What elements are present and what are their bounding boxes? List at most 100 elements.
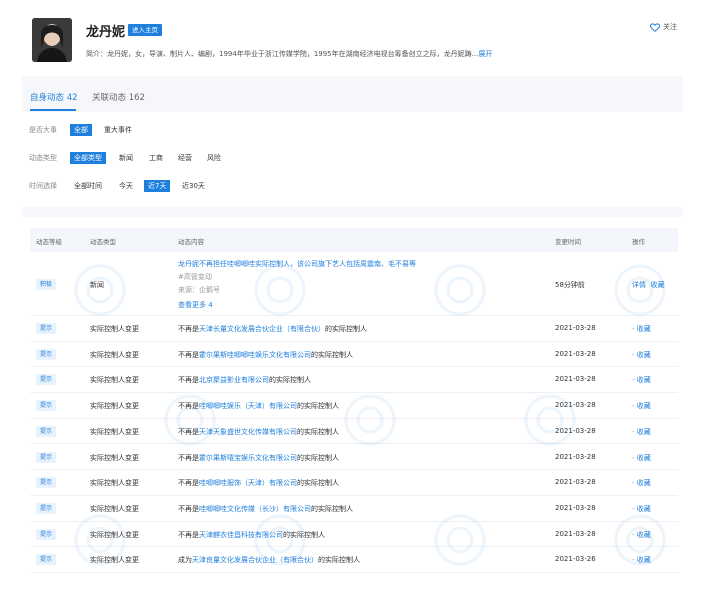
content-prefix: 不再是 [178, 530, 199, 539]
content-suffix: 的实际控制人 [283, 530, 325, 539]
header-time: 变更时间 [555, 238, 581, 246]
favorite-link[interactable]: 收藏 [637, 454, 651, 462]
filter-option-business[interactable]: 工商 [149, 152, 163, 164]
change-time: 2021-03-26 [555, 555, 596, 564]
company-link[interactable]: 霍尔果斯哇唧唧哇娱乐文化有限公司 [199, 351, 311, 359]
filter-option-operation[interactable]: 经营 [178, 152, 192, 164]
intro-prefix: 简介： [86, 50, 107, 58]
detail-link[interactable]: 详情 [632, 281, 646, 289]
change-time: 2021-03-28 [555, 401, 596, 410]
filter-option-last-7-days[interactable]: 近7天 [144, 180, 171, 192]
dynamic-content: 成为天津良量文化发展合伙企业（有限合伙）的实际控制人 [178, 555, 360, 565]
favorite-link[interactable]: 收藏 [637, 325, 651, 333]
filter-option-all[interactable]: 全部 [70, 124, 92, 136]
change-time: 58分钟前 [555, 281, 585, 289]
dynamic-content: 不再是天津麒衣佳昌科技有限公司的实际控制人 [178, 530, 325, 540]
company-link[interactable]: 哇唧唧哇服饰（天津）有限公司 [199, 479, 297, 487]
no-detail-dash: - [632, 427, 635, 436]
filter-option-all-types[interactable]: 全部类型 [70, 152, 106, 164]
content-suffix: 的实际控制人 [297, 453, 339, 462]
change-time: 2021-03-28 [555, 452, 596, 461]
no-detail-dash: - [632, 325, 635, 333]
filter-option-major-event[interactable]: 重大事件 [104, 124, 132, 136]
favorite-link[interactable]: 收藏 [637, 479, 651, 487]
company-link[interactable]: 天津长量文化发展合伙企业（有限合伙） [199, 325, 325, 333]
news-source: 来源：企鹅号 [178, 286, 220, 294]
news-title-link[interactable]: 龙丹妮不再担任哇唧唧哇实际控制人，该公司旗下艺人包括周震南、毛不易等 [178, 259, 416, 269]
table-row: 提示 实际控制人变更 不再是哇唧唧哇文化传媒（长沙）有限公司的实际控制人 2021-0… [30, 496, 678, 522]
content-prefix: 不再是 [178, 376, 199, 385]
table-row: 提示 实际控制人变更 不再是天津麒衣佳昌科技有限公司的实际控制人 2021-03-28… [30, 522, 678, 548]
level-badge: 提示 [36, 502, 57, 514]
content-prefix: 不再是 [178, 325, 199, 333]
view-more-link[interactable]: 查看更多 4 [178, 300, 213, 310]
section-divider [22, 207, 683, 217]
no-detail-dash: - [632, 453, 635, 462]
level-badge: 提示 [36, 348, 57, 360]
company-link[interactable]: 天津天象盛世文化传媒有限公司 [199, 428, 297, 436]
favorite-link[interactable]: 收藏 [637, 428, 651, 436]
favorite-link[interactable]: 收藏 [637, 376, 651, 384]
favorite-link[interactable]: 收藏 [637, 556, 651, 564]
level-badge: 提示 [36, 400, 57, 412]
table-row: 提示 实际控制人变更 不再是霍尔果斯哇唧唧哇娱乐文化有限公司的实际控制人 2021-0… [30, 342, 678, 368]
content-suffix: 的实际控制人 [311, 504, 353, 513]
row-actions: - 收藏 [632, 453, 651, 463]
dynamic-type: 实际控制人变更 [90, 376, 139, 385]
enter-homepage-button[interactable]: 进入主页 [128, 24, 162, 36]
content-suffix: 的实际控制人 [325, 325, 367, 333]
favorite-link[interactable]: 收藏 [637, 351, 651, 359]
dynamic-content: 不再是北京聚益影业有限公司的实际控制人 [178, 375, 311, 385]
expand-link[interactable]: 展开 [478, 50, 492, 58]
header-level: 动态等级 [36, 238, 62, 246]
filter-option-risk[interactable]: 风险 [207, 152, 221, 164]
content-prefix: 不再是 [178, 402, 199, 411]
no-detail-dash: - [632, 350, 635, 359]
heart-icon [650, 22, 660, 32]
favorite-link[interactable]: 收藏 [637, 402, 651, 410]
table-row: 积极 新闻 龙丹妮不再担任哇唧唧哇实际控制人，该公司旗下艺人包括周震南、毛不易等… [30, 252, 678, 316]
content-prefix: 不再是 [178, 479, 199, 488]
company-link[interactable]: 天津麒衣佳昌科技有限公司 [199, 531, 283, 539]
tab-related-dynamics[interactable]: 关联动态 162 [92, 91, 145, 103]
filter-option-all-time[interactable]: 全部时间 [74, 180, 102, 192]
company-link[interactable]: 霍尔果斯嘻宝娱乐文化有限公司 [199, 454, 297, 462]
dynamic-content: 不再是哇唧唧哇娱乐（天津）有限公司的实际控制人 [178, 401, 339, 411]
company-link[interactable]: 北京聚益影业有限公司 [199, 376, 269, 384]
table-row: 提示 实际控制人变更 不再是北京聚益影业有限公司的实际控制人 2021-03-28 - … [30, 367, 678, 394]
change-time: 2021-03-28 [555, 375, 596, 384]
follow-button[interactable]: 关注 [650, 22, 677, 32]
level-badge: 提示 [36, 451, 57, 463]
favorite-link[interactable]: 收藏 [650, 281, 664, 289]
dynamic-type: 实际控制人变更 [90, 504, 139, 513]
dynamic-type: 实际控制人变更 [90, 479, 139, 488]
company-link[interactable]: 哇唧唧哇文化传媒（长沙）有限公司 [199, 505, 311, 513]
row-actions: 详情 收藏 [632, 280, 664, 290]
company-link[interactable]: 天津良量文化发展合伙企业（有限合伙） [192, 556, 318, 564]
company-link[interactable]: 哇唧唧哇娱乐（天津）有限公司 [199, 402, 297, 410]
favorite-link[interactable]: 收藏 [637, 531, 651, 539]
level-badge: 积极 [36, 279, 57, 290]
filter-option-news[interactable]: 新闻 [119, 152, 133, 164]
row-actions: - 收藏 [632, 401, 651, 411]
news-tag: #高管变动 [178, 273, 212, 281]
profile-header: 龙丹妮 进入主页 简介：龙丹妮，女，导演、制片人、编剧，1994年毕业于浙江传媒… [0, 0, 705, 76]
filter-label-time: 时间选择 [29, 182, 57, 190]
content-prefix: 不再是 [178, 350, 199, 359]
change-time: 2021-03-28 [555, 426, 596, 435]
filter-option-last-30-days[interactable]: 近30天 [182, 180, 205, 192]
active-tab-indicator [30, 109, 76, 111]
change-time: 2021-03-28 [555, 503, 596, 512]
no-detail-dash: - [632, 376, 635, 385]
tab-self-dynamics[interactable]: 自身动态 42 [30, 91, 78, 103]
dynamic-type: 实际控制人变更 [90, 530, 139, 539]
filter-option-today[interactable]: 今天 [119, 180, 133, 192]
level-badge: 提示 [36, 554, 57, 566]
content-suffix: 的实际控制人 [297, 479, 339, 488]
intro-body: 龙丹妮，女，导演、制片人、编剧，1994年毕业于浙江传媒学院，1995年在湖南经… [107, 50, 479, 58]
change-time: 2021-03-28 [555, 529, 596, 538]
dynamics-tabs: 自身动态 42 关联动态 162 [22, 76, 683, 112]
dynamic-content: 不再是哇唧唧哇文化传媒（长沙）有限公司的实际控制人 [178, 504, 353, 514]
dynamic-type: 新闻 [90, 281, 104, 289]
favorite-link[interactable]: 收藏 [637, 505, 651, 513]
